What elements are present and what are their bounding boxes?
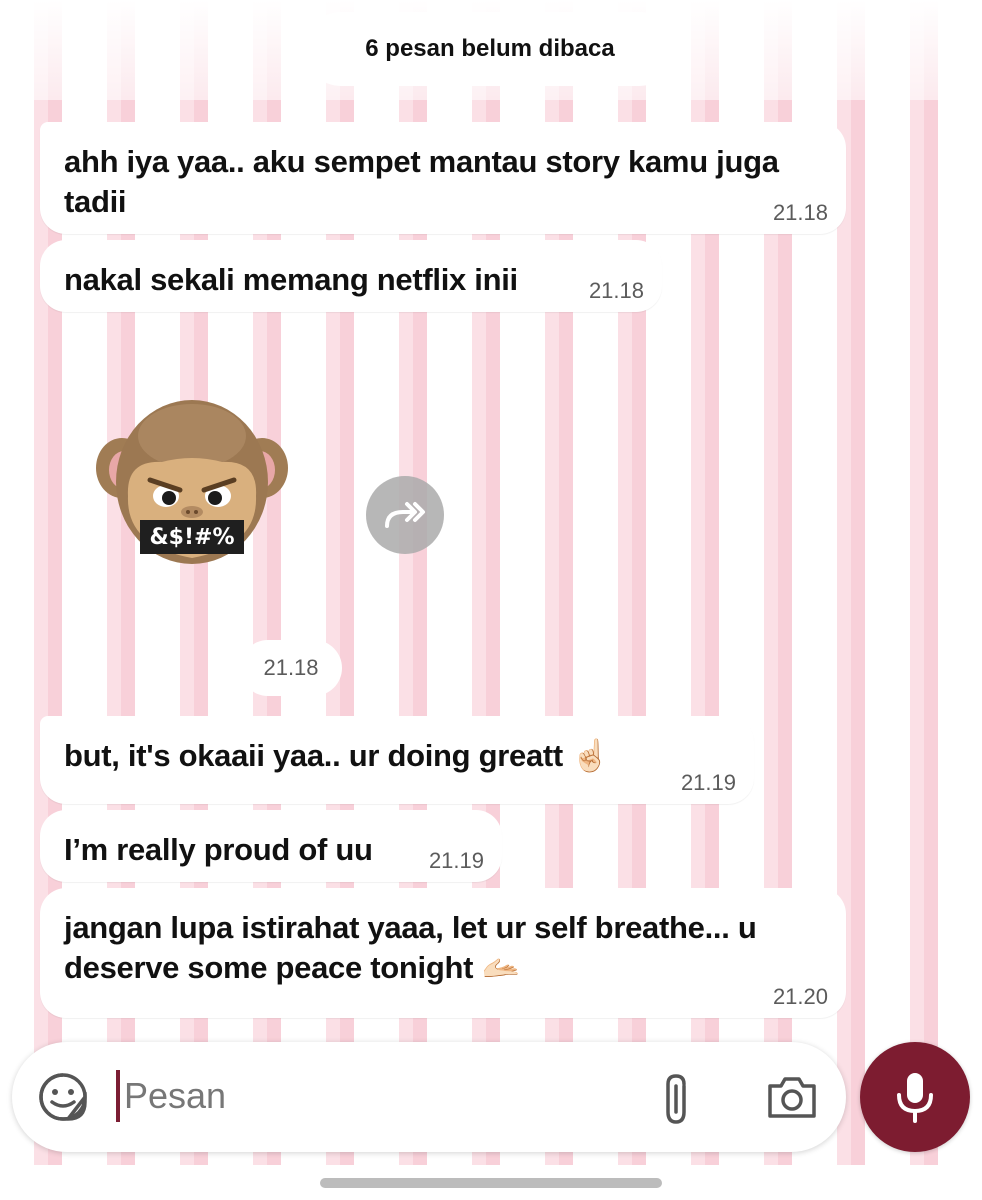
message-text: ahh iya yaa.. aku sempet mantau story ka… bbox=[64, 144, 779, 219]
unread-messages-banner: 6 pesan belum dibaca bbox=[304, 12, 676, 86]
camera-icon bbox=[768, 1077, 816, 1118]
sticker-time: 21.18 bbox=[240, 640, 342, 696]
paperclip-icon bbox=[666, 1074, 686, 1124]
attach-button[interactable] bbox=[656, 1072, 696, 1126]
sticker-emoji-icon bbox=[39, 1073, 87, 1121]
message-time: 21.19 bbox=[428, 848, 484, 873]
monkey-sticker[interactable]: &$!#% bbox=[92, 396, 292, 576]
message-time: 21.19 bbox=[680, 770, 736, 795]
forward-arrow-icon bbox=[385, 502, 425, 528]
incoming-message[interactable]: I’m really proud of uu 21.19 bbox=[40, 810, 502, 882]
sticker-censor-text: &$!#% bbox=[149, 524, 235, 550]
message-text: I’m really proud of uu bbox=[64, 832, 373, 867]
microphone-icon bbox=[897, 1073, 933, 1123]
incoming-message[interactable]: jangan lupa istirahat yaaa, let ur self … bbox=[40, 888, 846, 1018]
voice-message-button[interactable] bbox=[860, 1042, 970, 1152]
message-input[interactable] bbox=[118, 1066, 644, 1126]
message-text: jangan lupa istirahat yaaa, let ur self … bbox=[64, 910, 757, 985]
incoming-message[interactable]: ahh iya yaa.. aku sempet mantau story ka… bbox=[40, 122, 846, 234]
incoming-message[interactable]: nakal sekali memang netflix inii 21.18 bbox=[40, 240, 662, 312]
message-time: 21.18 bbox=[588, 278, 644, 303]
message-text: nakal sekali memang netflix inii bbox=[64, 262, 518, 297]
incoming-message[interactable]: but, it's okaaii yaa.. ur doing greatt ☝… bbox=[40, 716, 754, 804]
message-text: but, it's okaaii yaa.. ur doing greatt ☝… bbox=[64, 738, 610, 773]
forward-button[interactable] bbox=[366, 476, 444, 554]
sticker-emoji-button[interactable] bbox=[38, 1072, 88, 1122]
message-time: 21.20 bbox=[772, 984, 828, 1009]
message-time: 21.18 bbox=[772, 200, 828, 225]
camera-button[interactable] bbox=[766, 1074, 818, 1120]
message-composer bbox=[12, 1042, 846, 1152]
home-indicator[interactable] bbox=[320, 1178, 662, 1188]
